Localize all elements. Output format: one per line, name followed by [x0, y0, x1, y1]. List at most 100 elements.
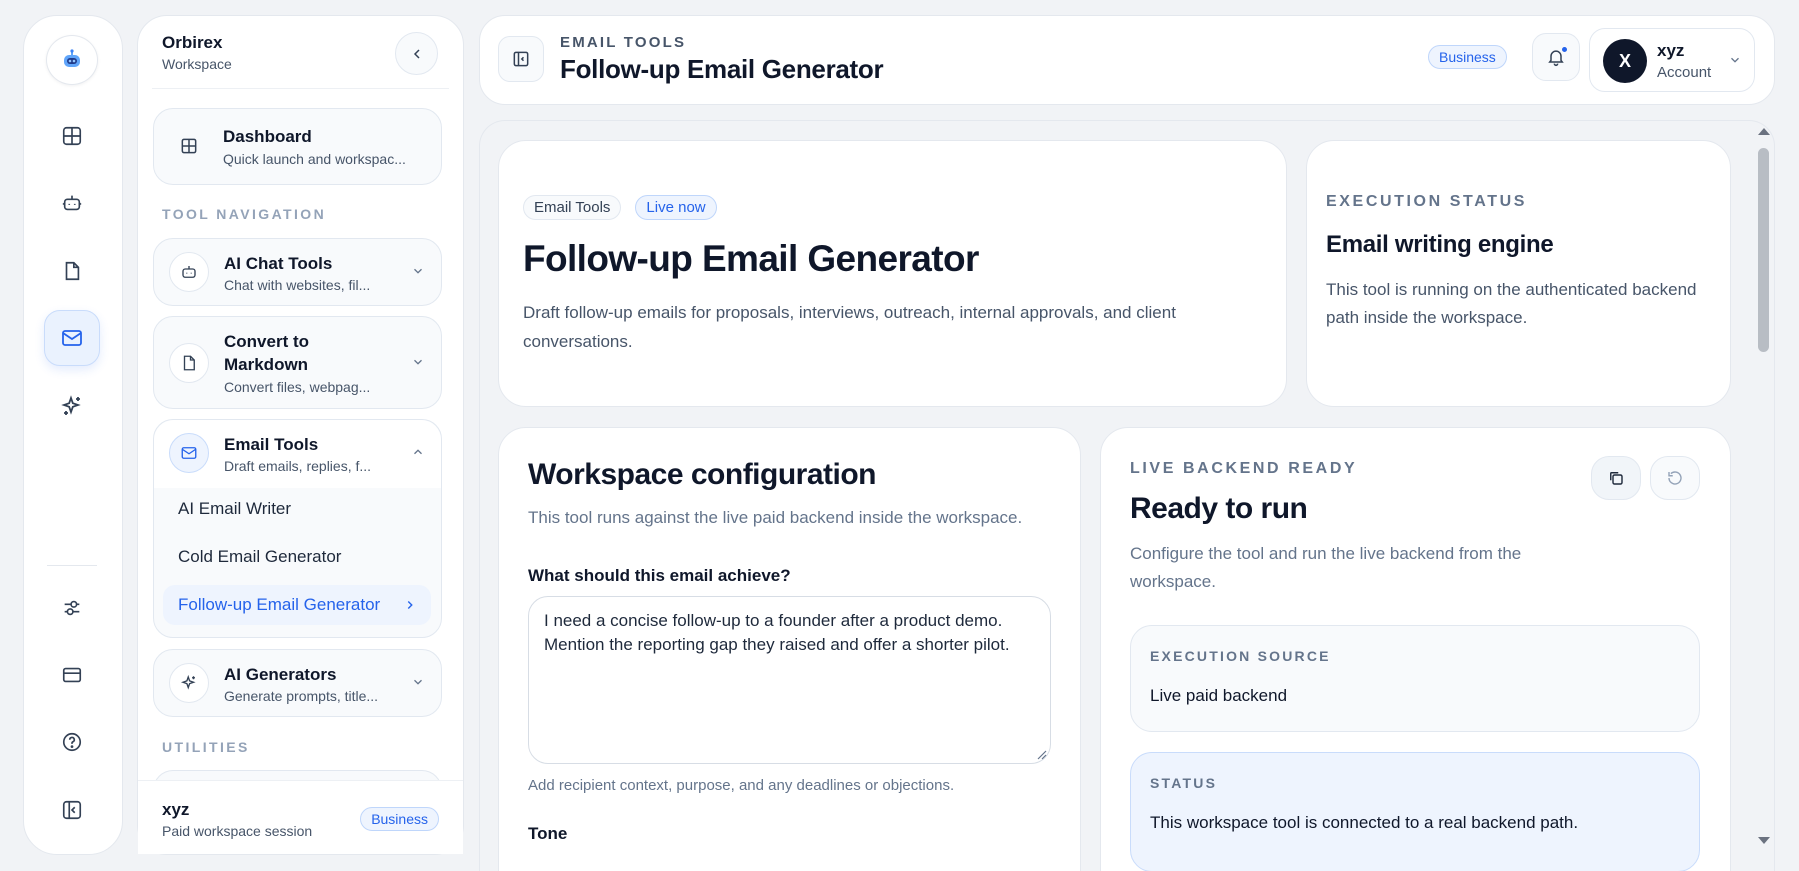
- email-goal-textarea[interactable]: I need a concise follow-up to a founder …: [528, 596, 1051, 764]
- group-subtitle: Draft emails, replies, f...: [224, 458, 372, 474]
- sidebar-item-ai-email-writer[interactable]: AI Email Writer: [163, 489, 431, 529]
- rail-dashboard-button[interactable]: [44, 108, 100, 164]
- configuration-subtitle: This tool runs against the live paid bac…: [528, 508, 1023, 527]
- scroll-up-arrow-icon[interactable]: [1757, 126, 1771, 136]
- group-subtitle: Chat with websites, fil...: [224, 277, 371, 293]
- account-name: xyz: [1657, 41, 1685, 60]
- group-subtitle: Convert files, webpag...: [224, 379, 371, 395]
- bot-icon-wrap: [169, 252, 209, 292]
- sidebar-divider: [152, 88, 449, 89]
- sliders-icon: [64, 600, 80, 616]
- sidebar-group-convert-to-markdown[interactable]: Convert to Markdown Convert files, webpa…: [153, 316, 442, 409]
- chevron-left-icon: [413, 48, 420, 59]
- status-box: STATUS This workspace tool is connected …: [1130, 752, 1700, 871]
- tone-label: Tone: [528, 824, 568, 843]
- sidebar-item-dashboard[interactable]: Dashboard Quick launch and workspac...: [153, 108, 442, 185]
- category-chip: Email Tools: [523, 195, 622, 220]
- bot-icon: [182, 266, 196, 278]
- rail-ai-generators-button[interactable]: [44, 378, 100, 434]
- sidebar-group-ai-generators[interactable]: AI Generators Generate prompts, title...: [153, 649, 442, 717]
- group-title: Email Tools: [224, 435, 319, 454]
- mail-icon-wrap: [169, 433, 209, 473]
- sidebar-footer: xyz Paid workspace session Business: [138, 780, 463, 854]
- execution-source-value: Live paid backend: [1150, 686, 1288, 705]
- dashboard-icon-wrap: [169, 126, 209, 166]
- execution-status-eyebrow: EXECUTION STATUS: [1326, 193, 1528, 210]
- credit-card-icon: [62, 667, 82, 683]
- scrollbar[interactable]: [1753, 120, 1775, 871]
- rail-toggle-sidebar-button[interactable]: [44, 782, 100, 838]
- help-circle-icon: [62, 732, 82, 752]
- hero-description: Draft follow-up emails for proposals, in…: [523, 303, 1176, 351]
- sidebar-item-cold-email-generator[interactable]: Cold Email Generator: [163, 537, 431, 577]
- dashboard-subtitle: Quick launch and workspac...: [223, 151, 406, 167]
- collapse-sidebar-button[interactable]: [395, 32, 438, 75]
- group-title-line2: Markdown: [224, 355, 309, 374]
- run-eyebrow: LIVE BACKEND READY: [1130, 460, 1358, 477]
- hero-title: Follow-up Email Generator: [523, 238, 979, 279]
- rail-convert-button[interactable]: [44, 243, 100, 299]
- scroll-down-arrow-icon[interactable]: [1757, 836, 1771, 846]
- sparkles-icon-wrap: [169, 663, 209, 703]
- bot-icon: [62, 195, 82, 211]
- sidebar-panel-icon: [62, 800, 82, 820]
- tool-navigation-label: TOOL NAVIGATION: [162, 206, 327, 222]
- page-title: Follow-up Email Generator: [560, 54, 884, 84]
- plan-badge: Business: [1428, 45, 1507, 69]
- notifications-button[interactable]: [1532, 33, 1580, 81]
- goal-label: What should this email achieve?: [528, 566, 791, 585]
- account-label: Account: [1657, 64, 1712, 81]
- group-title: AI Generators: [224, 665, 337, 684]
- chevron-up-icon[interactable]: [411, 445, 425, 459]
- chevron-down-icon: [411, 675, 425, 689]
- breadcrumb: EMAIL TOOLS: [560, 34, 687, 51]
- file-icon: [65, 261, 80, 281]
- app-logo[interactable]: [46, 35, 98, 85]
- status-label: STATUS: [1150, 775, 1218, 791]
- scrollbar-thumb[interactable]: [1758, 148, 1769, 352]
- grid-icon: [181, 138, 197, 154]
- execution-source-box: EXECUTION SOURCE Live paid backend: [1130, 625, 1700, 732]
- file-icon: [183, 355, 195, 371]
- avatar: X: [1603, 39, 1647, 83]
- copy-button[interactable]: [1591, 456, 1641, 500]
- hero-panel: Email Tools Live now Follow-up Email Gen…: [498, 140, 1287, 407]
- session-label: Paid workspace session: [162, 823, 313, 839]
- rail-help-button[interactable]: [44, 714, 100, 770]
- resize-handle-icon[interactable]: [1035, 748, 1047, 760]
- execution-status-description: This tool is running on the authenticate…: [1326, 280, 1697, 327]
- group-subtitle: Generate prompts, title...: [224, 688, 379, 704]
- execution-source-label: EXECUTION SOURCE: [1150, 648, 1331, 664]
- account-menu[interactable]: X xyz Account: [1589, 28, 1755, 92]
- configuration-title: Workspace configuration: [528, 458, 877, 491]
- chevron-right-icon: [403, 598, 417, 612]
- dashboard-title: Dashboard: [223, 127, 312, 146]
- sidebar-panel-icon: [513, 51, 529, 67]
- run-description: Configure the tool and run the live back…: [1130, 544, 1522, 591]
- chevron-down-icon: [411, 355, 425, 369]
- chevron-down-icon: [1728, 53, 1742, 67]
- workspace-subtitle: Workspace: [162, 56, 232, 72]
- refresh-icon: [1668, 471, 1682, 485]
- goal-hint: Add recipient context, purpose, and any …: [528, 777, 955, 794]
- reset-button[interactable]: [1650, 456, 1700, 500]
- rail-divider: [47, 565, 97, 566]
- subitem-label: Follow-up Email Generator: [178, 595, 381, 614]
- chevron-down-icon: [411, 264, 425, 278]
- copy-icon: [1610, 472, 1623, 485]
- rail-billing-button[interactable]: [44, 647, 100, 703]
- sidebar-group-ai-chat-tools[interactable]: AI Chat Tools Chat with websites, fil...: [153, 238, 442, 306]
- mail-icon: [181, 447, 197, 459]
- file-icon-wrap: [169, 343, 209, 383]
- group-title: AI Chat Tools: [224, 254, 333, 273]
- toggle-panel-button[interactable]: [498, 36, 544, 82]
- sidebar-item-follow-up-email-generator[interactable]: Follow-up Email Generator: [163, 585, 431, 625]
- execution-status-panel: EXECUTION STATUS Email writing engine Th…: [1306, 140, 1731, 407]
- email-goal-text: I need a concise follow-up to a founder …: [544, 611, 1010, 654]
- group-title-line1: Convert to: [224, 332, 309, 351]
- notification-dot: [1560, 45, 1569, 54]
- rail-settings-button[interactable]: [44, 580, 100, 636]
- rail-email-button[interactable]: [44, 310, 100, 366]
- execution-status-title: Email writing engine: [1326, 231, 1554, 258]
- rail-ai-chat-button[interactable]: [44, 175, 100, 231]
